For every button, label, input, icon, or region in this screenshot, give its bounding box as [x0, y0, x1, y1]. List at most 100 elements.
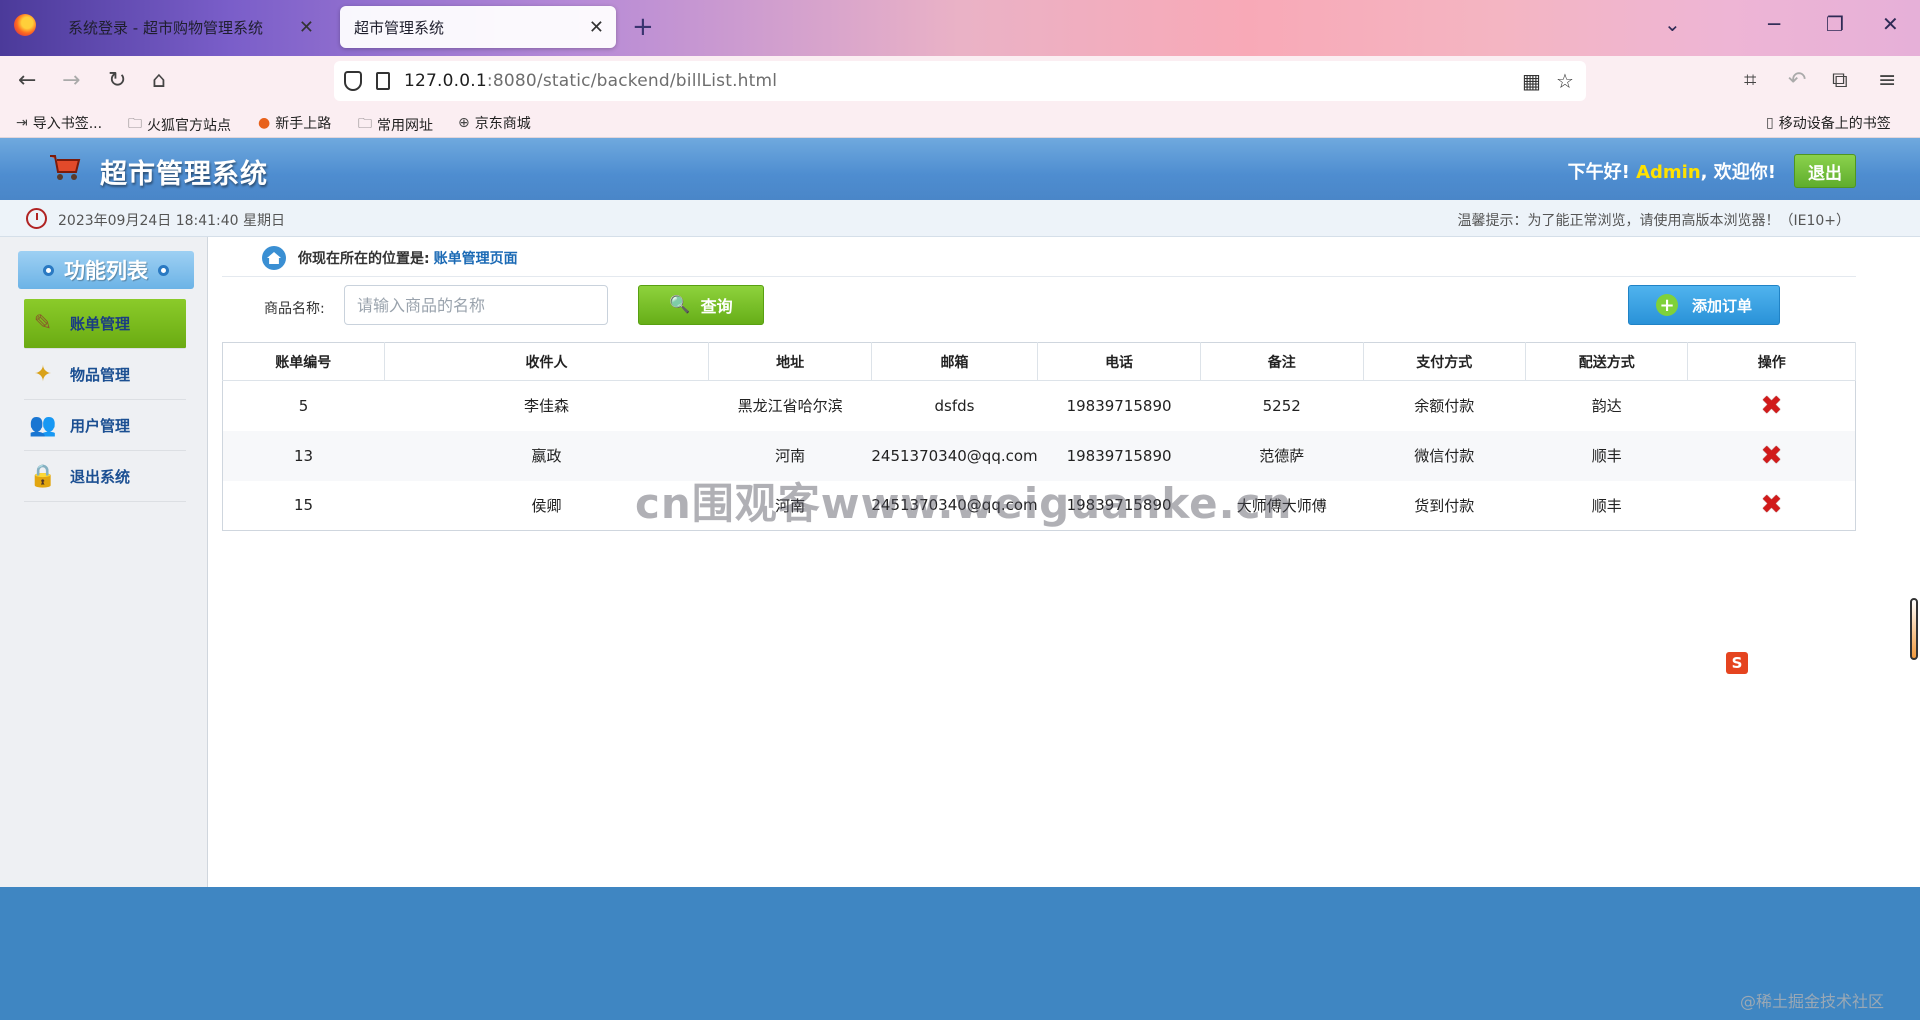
- table-cell: 韵达: [1591, 397, 1622, 416]
- url-bar[interactable]: 127.0.0.1:8080/static/backend/billList.h…: [334, 61, 1586, 101]
- sogou-logo-icon: S: [1726, 652, 1748, 674]
- query-button[interactable]: 🔍 查询: [638, 285, 764, 325]
- clock-icon: [26, 208, 47, 229]
- mobile-icon: ▯: [1766, 115, 1774, 131]
- breadcrumb-current[interactable]: 账单管理页面: [434, 248, 518, 268]
- search-icon: 🔍: [669, 295, 691, 315]
- input-method-widget[interactable]: S: [1726, 652, 1748, 674]
- users-icon: 👥: [29, 412, 57, 438]
- table-cell: ✖: [1687, 430, 1856, 481]
- browser-tab-login[interactable]: 系统登录 - 超市购物管理系统 ✕: [54, 6, 326, 48]
- greeting: 下午好! Admin, 欢迎你!: [1568, 158, 1776, 184]
- minimize-icon[interactable]: ─: [1768, 12, 1780, 36]
- bookmark-label: 新手上路: [275, 116, 332, 132]
- firefox-logo-icon[interactable]: [14, 14, 36, 36]
- firefox-icon: ●: [258, 115, 271, 131]
- close-icon[interactable]: ✕: [299, 17, 314, 38]
- url-host: 127.0.0.1: [404, 71, 487, 91]
- browser-nav-bar: ← → ↻ ⌂ 127.0.0.1:8080/static/backend/bi…: [0, 56, 1920, 106]
- column-header: 邮箱: [871, 342, 1039, 381]
- table-cell: dsfds: [934, 396, 975, 415]
- query-label: 查询: [700, 297, 733, 316]
- folder-icon: 🗀: [358, 116, 372, 132]
- page-info-icon[interactable]: [376, 72, 390, 90]
- column-header: 电话: [1037, 342, 1201, 381]
- tab-title: 系统登录 - 超市购物管理系统: [68, 18, 263, 37]
- breadcrumb: 你现在所在的位置是: 账单管理页面: [222, 240, 1856, 277]
- undo-icon[interactable]: ↶: [1788, 68, 1806, 93]
- bookmark-getting-started[interactable]: ● 新手上路: [258, 113, 331, 133]
- bullet-icon: [43, 264, 54, 276]
- goods-icon: ✦: [33, 361, 53, 387]
- logout-button[interactable]: 退出: [1794, 154, 1856, 188]
- url-path: :8080/static/backend/billList.html: [486, 71, 778, 91]
- bookmark-import[interactable]: ⇥ 导入书签...: [16, 113, 102, 133]
- table-cell: 余额付款: [1414, 397, 1475, 416]
- scroll-indicator[interactable]: [1910, 598, 1918, 660]
- table-cell: ✖: [1688, 381, 1856, 431]
- bookmark-label: 导入书签...: [32, 116, 103, 132]
- home-icon[interactable]: ⌂: [152, 68, 166, 93]
- column-header: 操作: [1687, 342, 1856, 381]
- table-cell: 5: [298, 396, 309, 415]
- reload-icon[interactable]: ↻: [108, 68, 126, 93]
- bookmark-jd[interactable]: ⊕ 京东商城: [458, 113, 531, 133]
- home-icon: [262, 246, 286, 270]
- screenshot-crop-icon[interactable]: ⌗: [1744, 68, 1756, 93]
- table-cell: 货到付款: [1414, 496, 1475, 515]
- table-cell: 15: [293, 496, 314, 515]
- product-name-input[interactable]: [344, 285, 608, 325]
- bookmark-firefox-site[interactable]: 🗀 火狐官方站点: [128, 113, 231, 137]
- sidebar: 功能列表 ✎ 账单管理 ✦ 物品管理 👥 用户管理 🔒 退出系统: [0, 237, 208, 887]
- tab-list-icon[interactable]: ⌄: [1664, 12, 1681, 36]
- qr-code-icon[interactable]: ▦: [1522, 69, 1541, 93]
- globe-icon: ⊕: [458, 115, 470, 131]
- menu-icon[interactable]: ≡: [1878, 68, 1896, 93]
- restore-icon[interactable]: ❐: [1826, 12, 1844, 36]
- extensions-icon[interactable]: ⧉: [1832, 68, 1848, 93]
- add-order-button[interactable]: + 添加订单: [1628, 285, 1780, 325]
- close-icon[interactable]: ✕: [589, 17, 604, 38]
- bookmark-label: 移动设备上的书签: [1778, 116, 1891, 132]
- sidebar-item-exit[interactable]: 🔒 退出系统: [24, 451, 186, 502]
- bookmark-star-icon[interactable]: ☆: [1556, 69, 1574, 93]
- sidebar-item-bills[interactable]: ✎ 账单管理: [24, 299, 186, 349]
- new-tab-icon[interactable]: +: [632, 12, 654, 42]
- bookmark-label: 常用网址: [377, 118, 433, 134]
- forward-icon[interactable]: →: [62, 68, 80, 93]
- footer-band: @稀土掘金技术社区: [0, 887, 1920, 1020]
- function-list-label: 功能列表: [64, 259, 148, 283]
- shopping-cart-icon: [50, 155, 81, 180]
- app-title: 超市管理系统: [100, 159, 268, 190]
- url-text[interactable]: 127.0.0.1:8080/static/backend/billList.h…: [404, 71, 777, 91]
- sidebar-item-goods[interactable]: ✦ 物品管理: [24, 349, 186, 400]
- function-list-title: 功能列表: [18, 251, 194, 289]
- sidebar-item-label: 用户管理: [70, 416, 131, 435]
- info-bar: 2023年09月24日 18:41:40 星期日 温馨提示：为了能正常浏览，请使…: [0, 200, 1920, 237]
- window-close-icon[interactable]: ✕: [1882, 12, 1899, 36]
- credit-text: @稀土掘金技术社区: [1739, 992, 1884, 1011]
- column-header: 支付方式: [1363, 342, 1526, 381]
- sidebar-item-users[interactable]: 👥 用户管理: [24, 400, 186, 451]
- column-header: 地址: [708, 342, 872, 381]
- delete-icon[interactable]: ✖: [1761, 441, 1783, 471]
- table-cell: 李佳森: [523, 397, 569, 416]
- browser-tab-active[interactable]: 超市管理系统 ✕: [340, 6, 616, 48]
- username: Admin: [1636, 162, 1701, 183]
- delete-icon[interactable]: ✖: [1761, 490, 1783, 520]
- watermark: cn围观客www.weiguanke.cn: [635, 479, 1293, 528]
- bookmark-mobile[interactable]: ▯ 移动设备上的书签: [1766, 113, 1891, 133]
- sidebar-item-label: 账单管理: [70, 315, 131, 333]
- delete-icon[interactable]: ✖: [1761, 391, 1783, 421]
- sidebar-menu: ✎ 账单管理 ✦ 物品管理 👥 用户管理 🔒 退出系统: [24, 299, 186, 502]
- breadcrumb-label: 你现在所在的位置是:: [298, 251, 430, 267]
- table-header-row: 账单编号 收件人 地址 邮箱 电话 备注 支付方式 配送方式 操作: [222, 342, 1856, 381]
- bookmark-label: 火狐官方站点: [147, 118, 231, 134]
- table-cell: 5252: [1262, 396, 1301, 415]
- table-row: 5 李佳森 黑龙江省哈尔滨 dsfds 19839715890 5252 余额付…: [223, 381, 1856, 431]
- bookmark-common-sites[interactable]: 🗀 常用网址: [358, 113, 433, 137]
- back-icon[interactable]: ←: [18, 68, 36, 93]
- tracking-shield-icon[interactable]: [344, 71, 362, 91]
- tab-title: 超市管理系统: [354, 18, 445, 37]
- browser-tab-bar: 系统登录 - 超市购物管理系统 ✕ 超市管理系统 ✕ + ⌄ ─ ❐ ✕: [0, 0, 1920, 56]
